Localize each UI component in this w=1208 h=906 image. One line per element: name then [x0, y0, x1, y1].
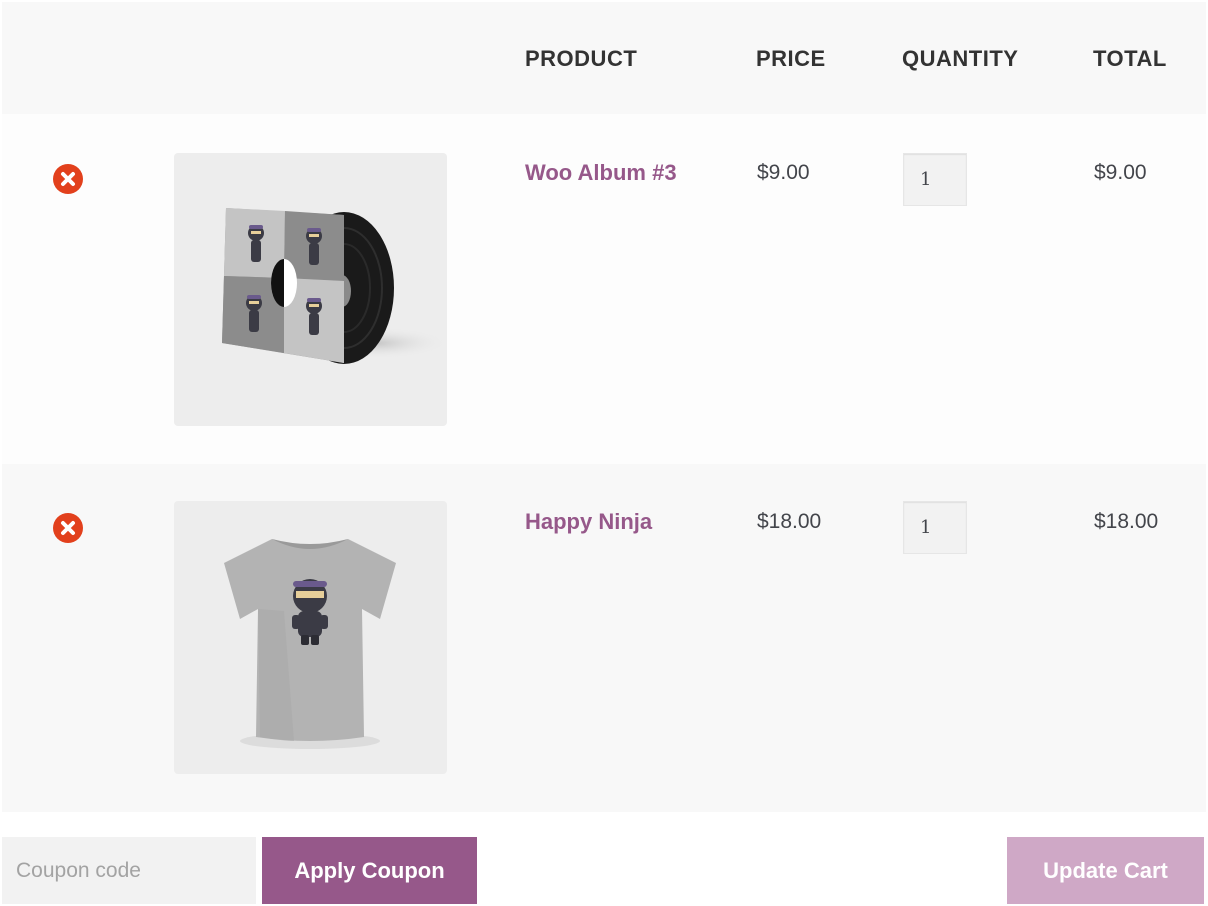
update-cart-button[interactable]: Update Cart	[1007, 837, 1204, 904]
tshirt-image	[224, 539, 396, 749]
vinyl-album-image	[222, 208, 447, 364]
remove-circle-x-icon	[61, 521, 75, 535]
remove-item-button[interactable]	[53, 164, 83, 194]
vinyl-album-thumbnail[interactable]	[174, 153, 447, 426]
cart-table-header: PRODUCT PRICE QUANTITY TOTAL	[2, 2, 1206, 114]
ninja-tshirt-thumbnail[interactable]	[174, 501, 447, 774]
header-total: TOTAL	[1093, 46, 1167, 71]
line-total: $9.00	[1094, 161, 1147, 184]
quantity-input[interactable]	[903, 501, 967, 554]
line-total: $18.00	[1094, 510, 1159, 533]
product-price: $18.00	[757, 510, 822, 533]
remove-item-button[interactable]	[53, 513, 83, 543]
product-price: $9.00	[757, 161, 810, 184]
header-product: PRODUCT	[525, 46, 638, 71]
remove-circle-x-icon	[61, 172, 75, 186]
apply-coupon-button[interactable]: Apply Coupon	[262, 837, 477, 904]
cart-item-row: Woo Album #3 $9.00 $9.00	[2, 114, 1206, 464]
header-quantity: QUANTITY	[902, 46, 1019, 71]
quantity-input[interactable]	[903, 153, 967, 206]
cart-item-row: Happy Ninja $18.00 $18.00	[2, 464, 1206, 812]
product-link-name[interactable]: Happy Ninja	[525, 509, 652, 535]
header-price: PRICE	[756, 46, 826, 71]
product-link-name[interactable]: Woo Album #3	[525, 160, 677, 186]
coupon-code-input[interactable]	[2, 837, 256, 904]
